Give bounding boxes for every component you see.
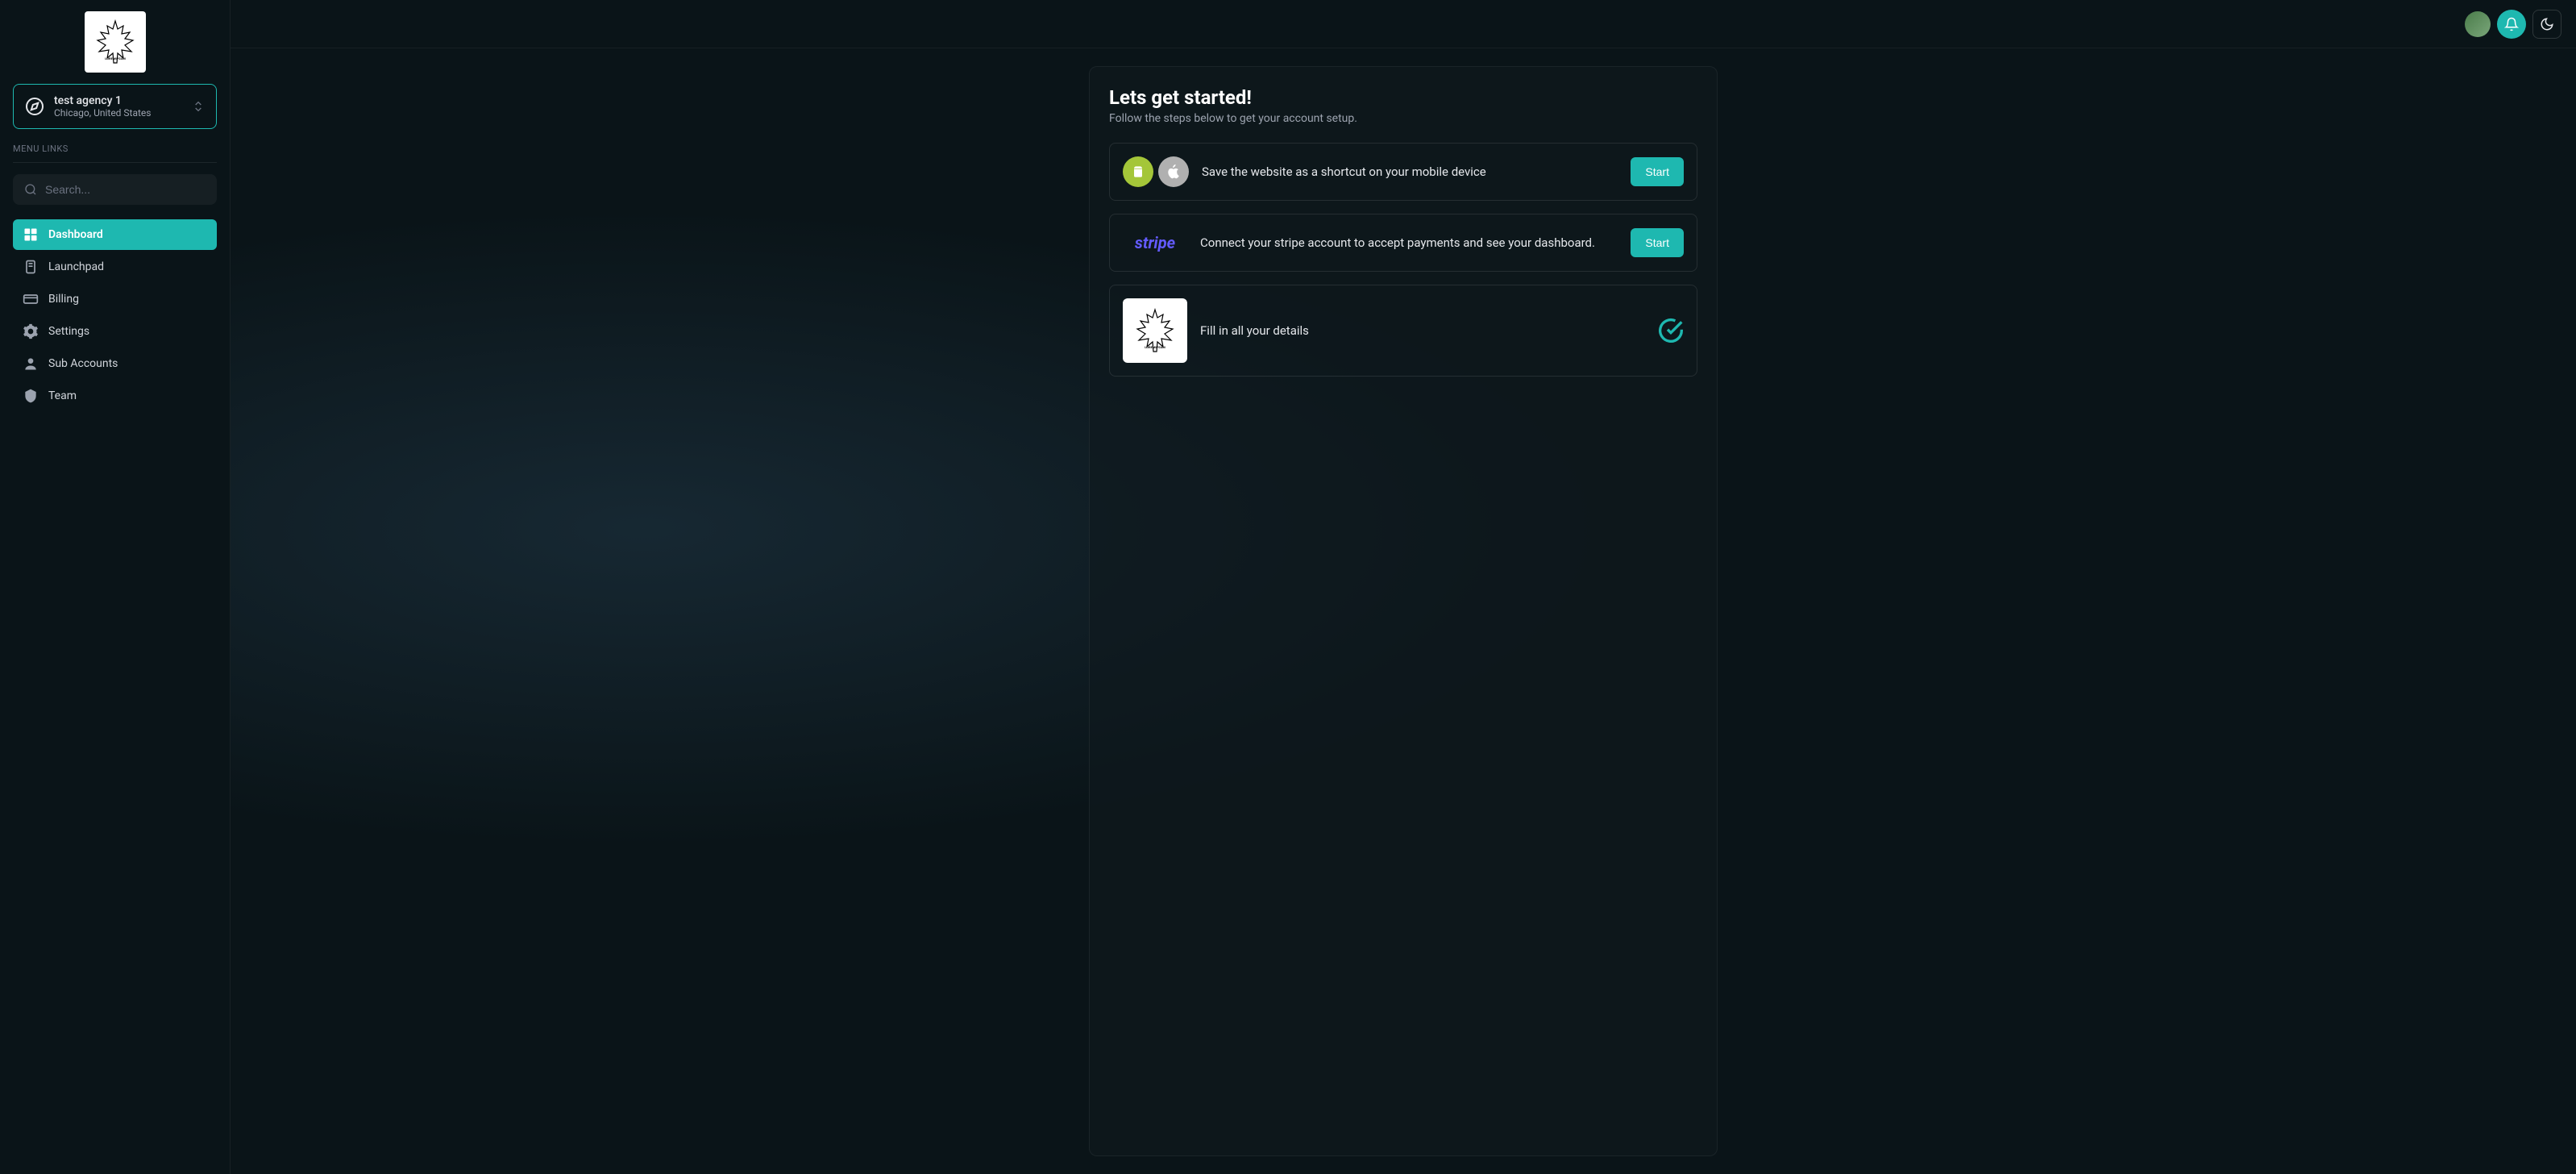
nav-item-settings[interactable]: Settings	[13, 316, 217, 347]
content-area: Lets get started! Follow the steps below…	[231, 48, 2576, 1174]
sub-accounts-icon	[23, 356, 39, 372]
step-text: Connect your stripe account to accept pa…	[1200, 235, 1618, 250]
agency-location: Chicago, United States	[54, 107, 182, 119]
search-box[interactable]	[13, 174, 217, 205]
step-text: Save the website as a shortcut on your m…	[1202, 164, 1618, 179]
apple-icon	[1158, 156, 1189, 187]
onboarding-step-stripe: stripe Connect your stripe account to ac…	[1109, 214, 1697, 272]
nav-label: Settings	[48, 325, 89, 338]
maple-leaf-icon: LOREMIPSUM	[1131, 306, 1179, 355]
step-text: Fill in all your details	[1200, 323, 1645, 338]
compass-icon	[25, 97, 44, 116]
theme-toggle-button[interactable]	[2532, 10, 2561, 39]
user-avatar[interactable]	[2465, 11, 2491, 37]
start-button[interactable]: Start	[1631, 228, 1684, 257]
menu-section-label: MENU LINKS	[13, 144, 217, 154]
bell-icon	[2504, 17, 2519, 31]
nav-item-billing[interactable]: Billing	[13, 284, 217, 314]
maple-leaf-icon: LOREMIPSUM	[91, 18, 139, 66]
agency-name: test agency 1	[54, 94, 182, 107]
nav-label: Launchpad	[48, 260, 104, 273]
onboarding-title: Lets get started!	[1109, 86, 1697, 109]
nav-item-sub-accounts[interactable]: Sub Accounts	[13, 348, 217, 379]
topbar	[231, 0, 2576, 48]
nav-list: Dashboard Launchpad Billing Settings Sub…	[13, 219, 217, 411]
svg-text:LOREMIPSUM: LOREMIPSUM	[105, 56, 126, 60]
svg-text:LOREMIPSUM: LOREMIPSUM	[1145, 345, 1165, 349]
agency-info: test agency 1 Chicago, United States	[54, 94, 182, 119]
moon-icon	[2540, 17, 2554, 31]
onboarding-step-mobile-shortcut: Save the website as a shortcut on your m…	[1109, 143, 1697, 201]
nav-item-launchpad[interactable]: Launchpad	[13, 252, 217, 282]
nav-item-dashboard[interactable]: Dashboard	[13, 219, 217, 250]
agency-selector[interactable]: test agency 1 Chicago, United States	[13, 84, 217, 129]
nav-label: Billing	[48, 293, 79, 306]
search-input[interactable]	[45, 183, 206, 196]
chevron-sort-icon	[192, 100, 205, 113]
stripe-icon: stripe	[1123, 227, 1187, 258]
brand-logo-small: LOREMIPSUM	[1123, 298, 1187, 363]
android-icon	[1123, 156, 1153, 187]
main: Lets get started! Follow the steps below…	[231, 0, 2576, 1174]
onboarding-step-details: LOREMIPSUM Fill in all your details	[1109, 285, 1697, 377]
onboarding-subtitle: Follow the steps below to get your accou…	[1109, 112, 1697, 125]
check-circle-icon	[1658, 318, 1684, 343]
step-icons	[1123, 156, 1189, 187]
dashboard-icon	[23, 227, 39, 243]
nav-label: Dashboard	[48, 228, 103, 241]
nav-label: Sub Accounts	[48, 357, 118, 370]
billing-icon	[23, 291, 39, 307]
notifications-button[interactable]	[2497, 10, 2526, 39]
menu-divider	[13, 162, 217, 163]
settings-icon	[23, 323, 39, 339]
launchpad-icon	[23, 259, 39, 275]
onboarding-card: Lets get started! Follow the steps below…	[1089, 66, 1718, 1156]
nav-label: Team	[48, 389, 77, 402]
team-icon	[23, 388, 39, 404]
nav-item-team[interactable]: Team	[13, 381, 217, 411]
search-icon	[24, 183, 37, 196]
sidebar: LOREMIPSUM test agency 1 Chicago, United…	[0, 0, 231, 1174]
brand-logo: LOREMIPSUM	[85, 11, 146, 73]
start-button[interactable]: Start	[1631, 157, 1684, 186]
